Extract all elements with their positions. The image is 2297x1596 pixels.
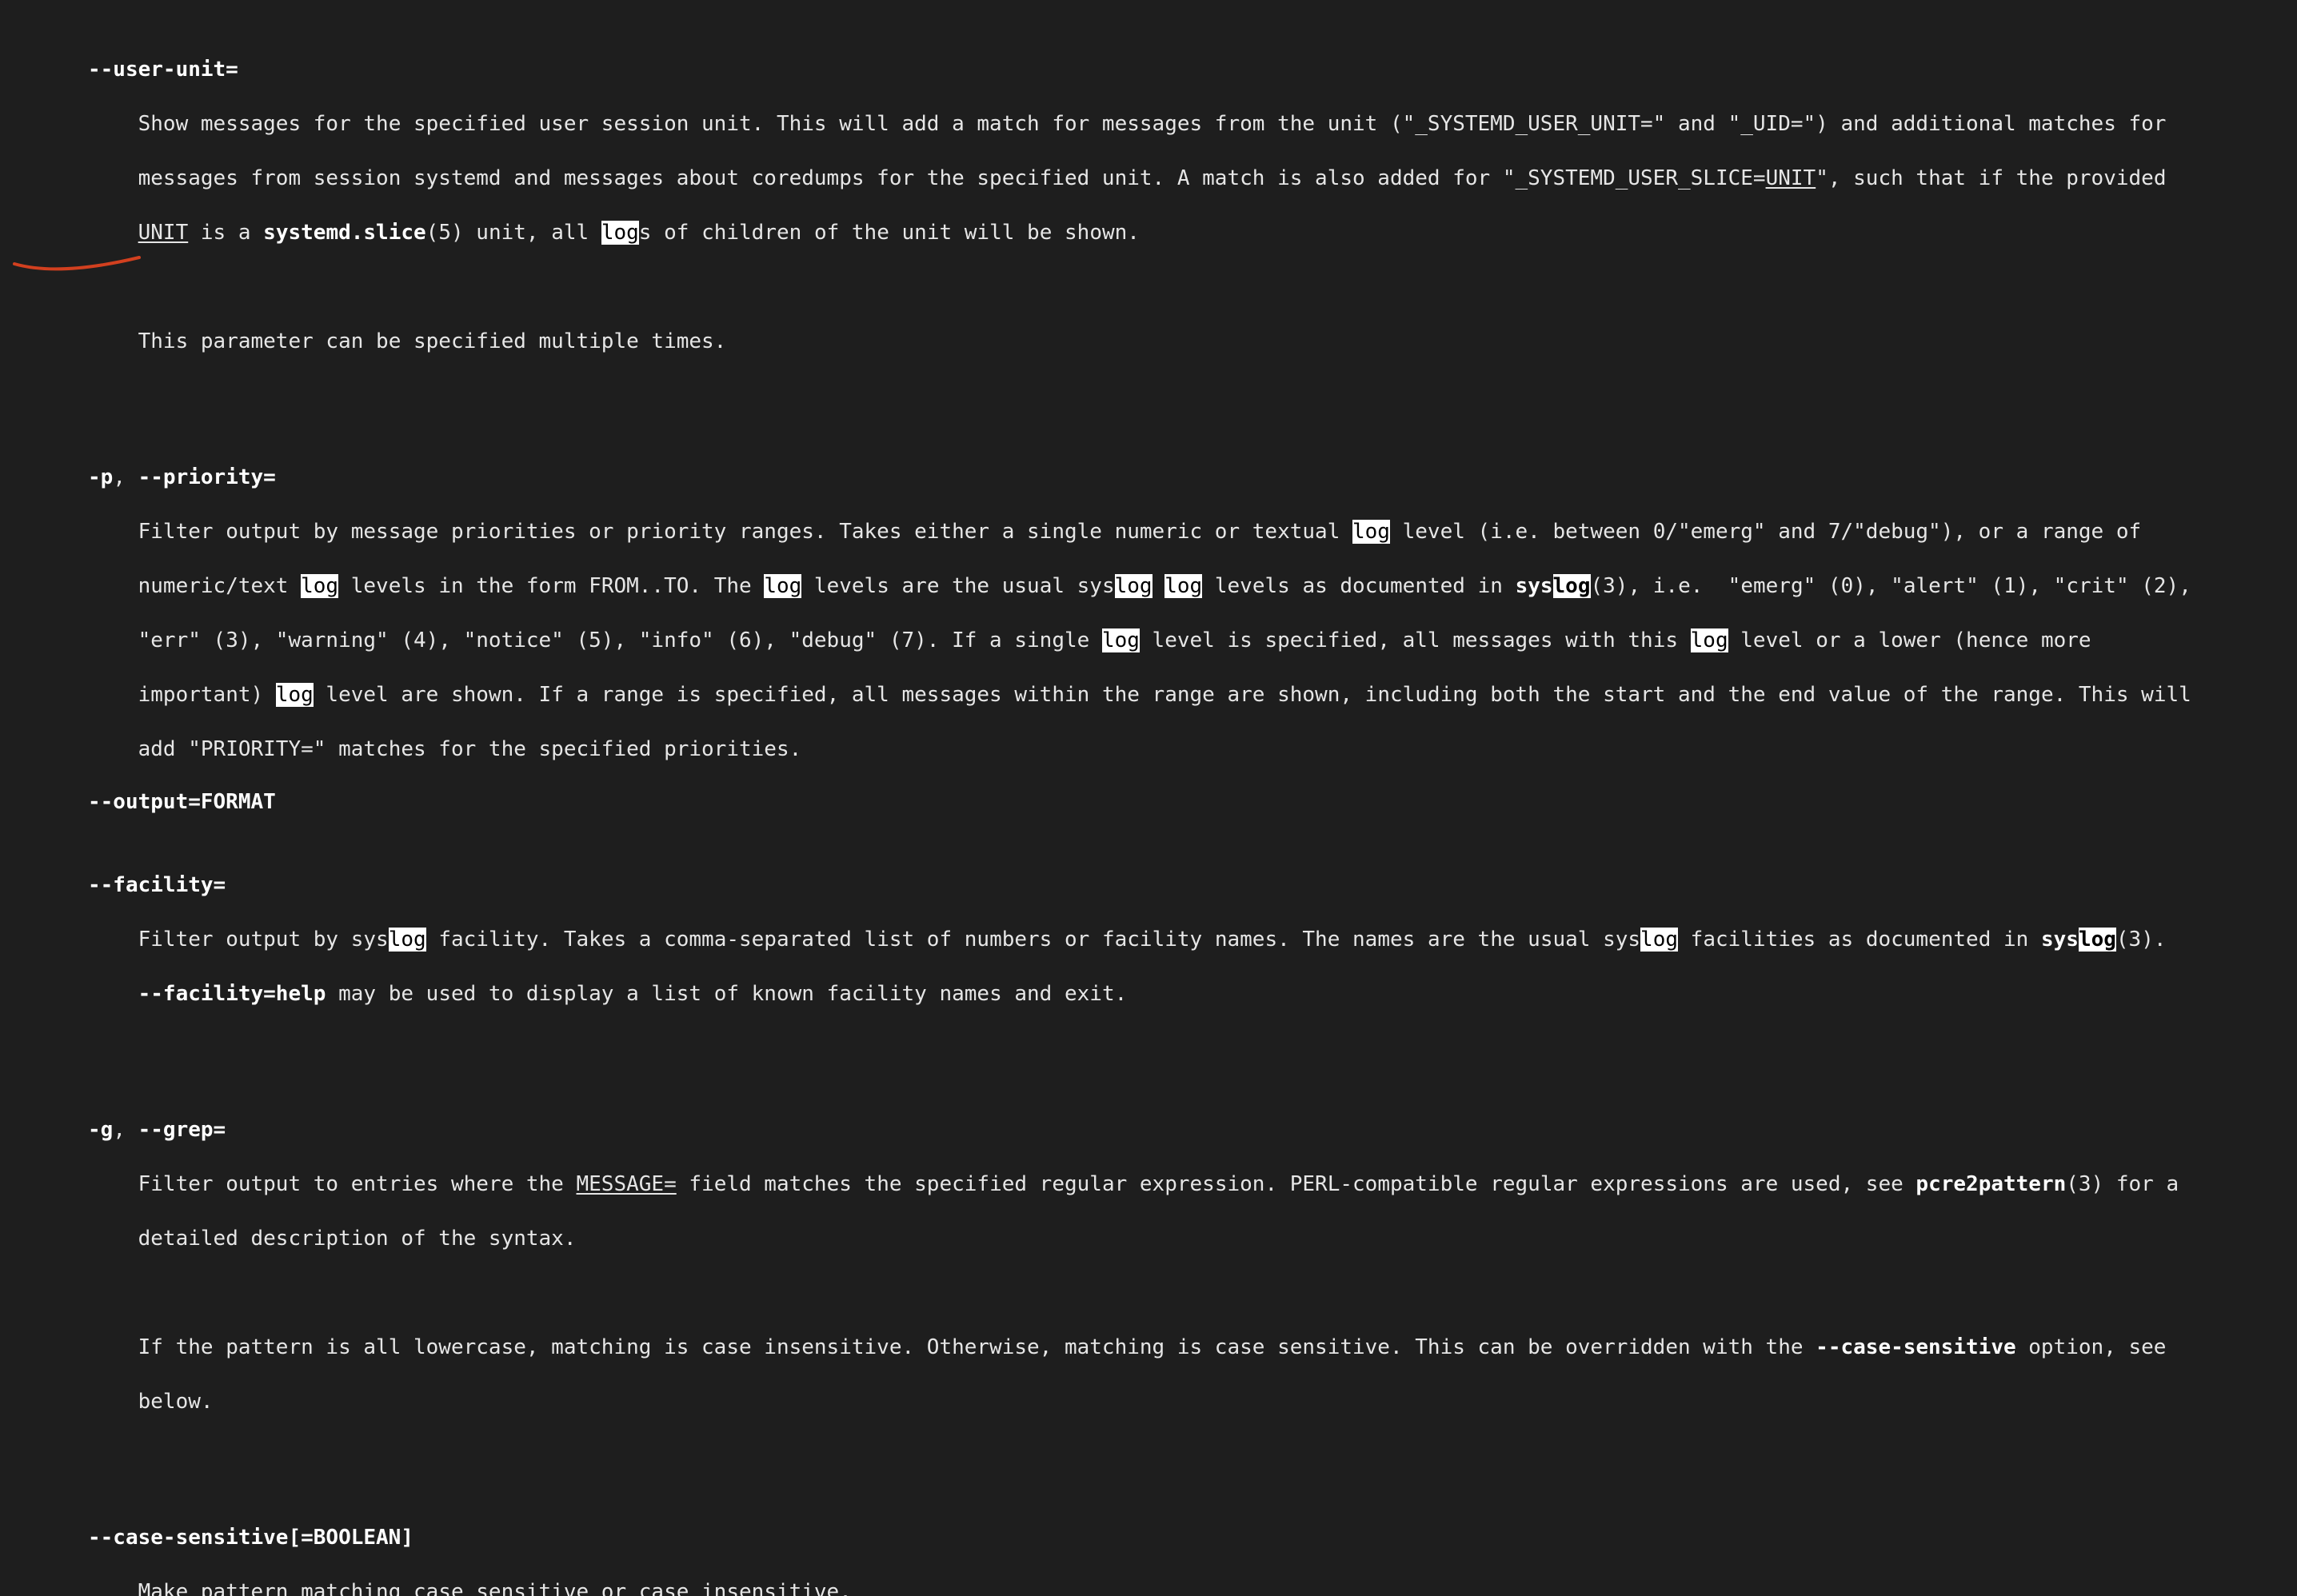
desc-line: numeric/text log levels in the form FROM… xyxy=(138,574,2191,598)
search-match: log xyxy=(301,574,339,598)
search-match: log xyxy=(1640,928,1679,952)
desc-line: Filter output by syslog facility. Takes … xyxy=(138,928,2167,952)
desc-line: This parameter can be specified multiple… xyxy=(138,329,727,353)
search-match: log xyxy=(1101,628,1140,652)
desc-line: messages from session systemd and messag… xyxy=(138,166,2167,190)
option-case-sensitive: --case-sensitive[=BOOLEAN] xyxy=(88,1526,413,1550)
option-priority: -p, --priority= xyxy=(88,465,276,489)
desc-line: Filter output to entries where the MESSA… xyxy=(138,1172,2179,1196)
desc-line: detailed description of the syntax. xyxy=(138,1227,577,1251)
desc-line: If the pattern is all lowercase, matchin… xyxy=(138,1335,2167,1359)
desc-line: important) log level are shown. If a ran… xyxy=(138,683,2191,707)
desc-line: Make pattern matching case sensitive or … xyxy=(138,1580,852,1596)
man-page-output: --user-unit= Show messages for the speci… xyxy=(88,29,2247,1596)
desc-line: Filter output by message priorities or p… xyxy=(138,520,2142,544)
option-facility: --facility= xyxy=(88,873,226,897)
desc-line: Show messages for the specified user ses… xyxy=(138,112,2167,136)
option-output-partial: --output=FORMAT xyxy=(88,790,276,814)
search-match: log xyxy=(764,574,802,598)
option-user-unit: --user-unit= xyxy=(88,58,238,82)
search-match: log xyxy=(388,928,426,952)
desc-line: --facility=help may be used to display a… xyxy=(138,982,1128,1006)
search-match: log xyxy=(1690,628,1728,652)
search-match: log xyxy=(2078,928,2116,952)
search-match: log xyxy=(275,683,314,707)
search-match: log xyxy=(1552,574,1591,598)
desc-line: below. xyxy=(138,1390,214,1414)
search-match: log xyxy=(601,221,639,245)
search-match: log xyxy=(1114,574,1152,598)
search-match: log xyxy=(1352,520,1390,544)
option-grep: -g, --grep= xyxy=(88,1118,226,1142)
desc-line: "err" (3), "warning" (4), "notice" (5), … xyxy=(138,628,2091,652)
search-match: log xyxy=(1164,574,1203,598)
desc-line: UNIT is a systemd.slice(5) unit, all log… xyxy=(138,221,1140,245)
desc-line: add "PRIORITY=" matches for the specifie… xyxy=(138,737,802,761)
